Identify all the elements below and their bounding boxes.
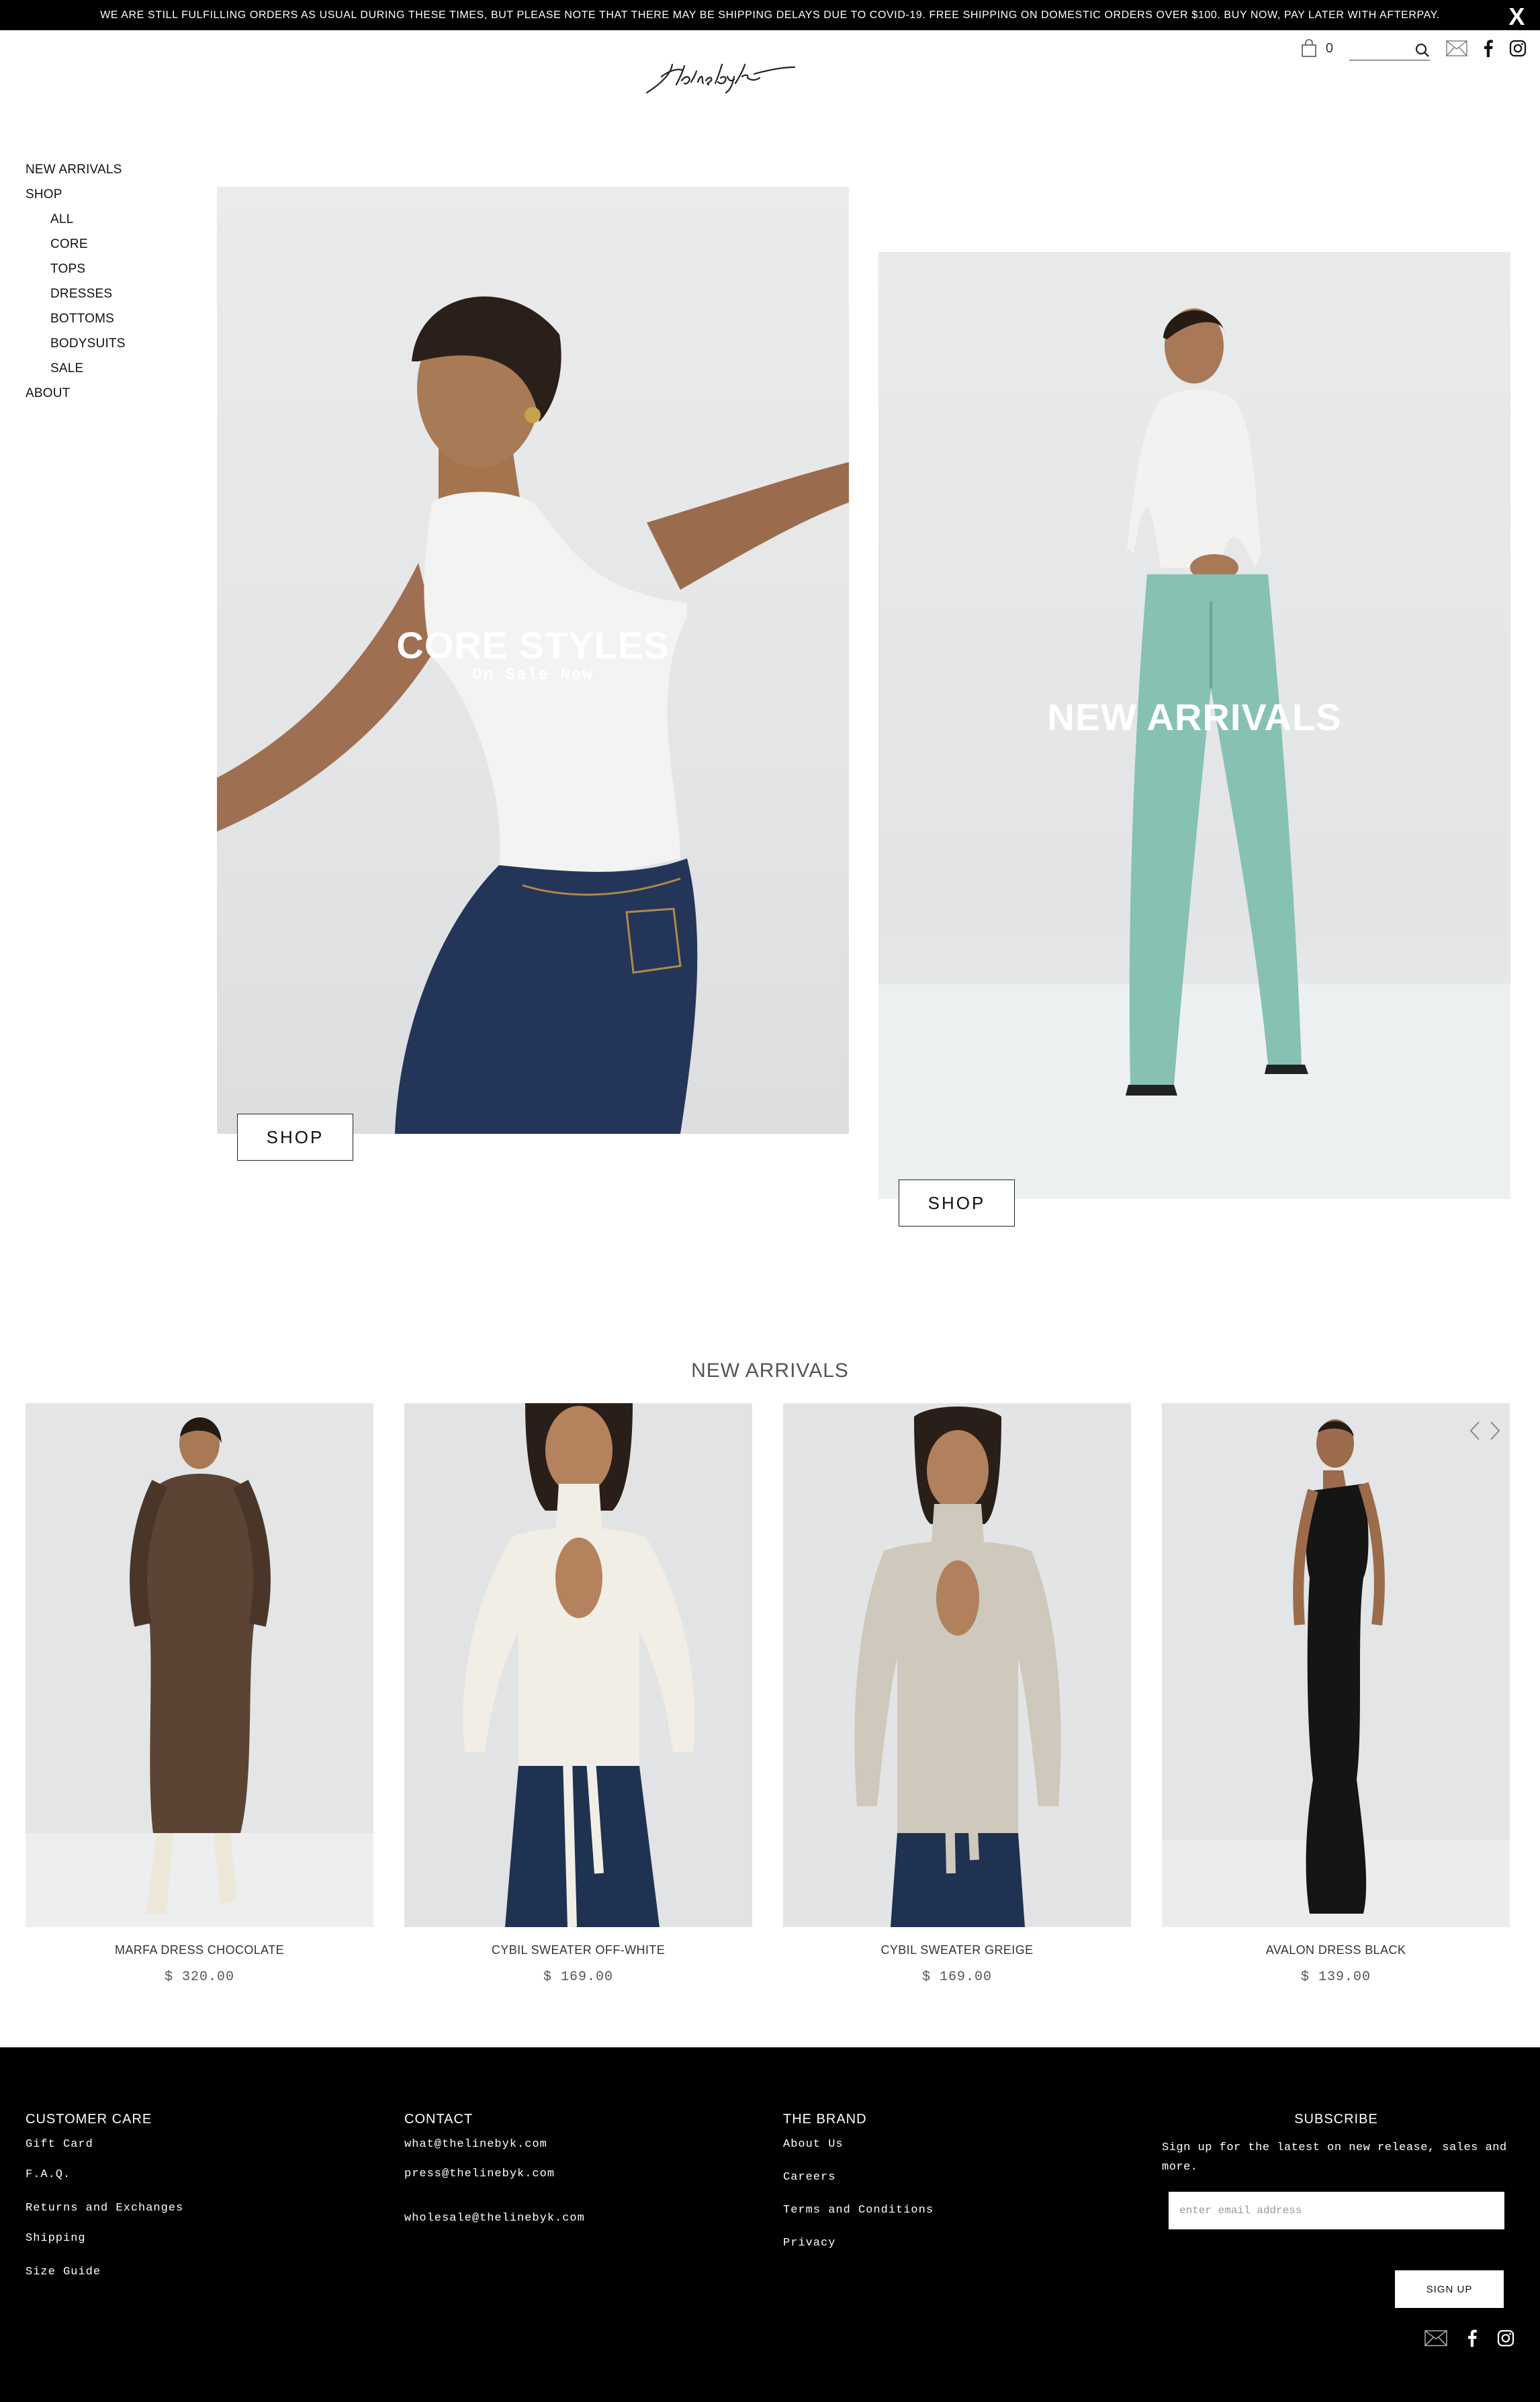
cybil-sweater-offwhite-photo: [404, 1403, 752, 1927]
envelope-icon: [1424, 2330, 1447, 2346]
brand-logo[interactable]: [641, 54, 796, 101]
nav-shop-all[interactable]: ALL: [26, 211, 126, 236]
product-name[interactable]: AVALON DRESS BLACK: [1162, 1943, 1510, 1957]
nav-shop-tops[interactable]: TOPS: [26, 261, 126, 285]
email-link[interactable]: [1446, 40, 1467, 56]
side-navigation: NEW ARRIVALS SHOP ALL CORE TOPS DRESSES …: [26, 161, 126, 410]
core-styles-shop-button[interactable]: SHOP: [237, 1114, 353, 1161]
core-styles-banner[interactable]: CORE STYLES On Sale Now: [217, 187, 849, 1134]
new-arrivals-banner[interactable]: NEW ARRIVALS: [878, 252, 1510, 1199]
new-arrivals-heading: NEW ARRIVALS: [691, 1360, 849, 1382]
contact-column: CONTACT what@thelinebyk.com press@thelin…: [404, 2112, 585, 2225]
thelinebyk-logo-icon: [645, 63, 796, 94]
avalon-dress-photo: [1162, 1403, 1510, 1927]
footer-link-size-guide[interactable]: Size Guide: [26, 2266, 183, 2278]
product-card[interactable]: MARFA DRESS CHOCOLATE $ 320.00: [26, 1403, 373, 1985]
nav-shop-bottoms[interactable]: BOTTOMS: [26, 310, 126, 335]
footer-link-faq[interactable]: F.A.Q.: [26, 2168, 183, 2181]
search-icon[interactable]: [1415, 43, 1430, 58]
cybil-sweater-greige-photo: [783, 1403, 1131, 1927]
cart-button[interactable]: 0: [1300, 39, 1333, 58]
new-arrivals-banner-title: NEW ARRIVALS: [1047, 696, 1342, 738]
instagram-icon: [1509, 40, 1527, 57]
facebook-link[interactable]: [1484, 40, 1493, 57]
product-image[interactable]: [404, 1403, 752, 1927]
footer-facebook-link[interactable]: [1467, 2329, 1477, 2350]
footer-link-terms[interactable]: Terms and Conditions: [783, 2204, 934, 2217]
footer-link-press-email[interactable]: press@thelinebyk.com: [404, 2168, 585, 2180]
facebook-icon: [1468, 2329, 1477, 2347]
contact-heading: CONTACT: [404, 2112, 473, 2127]
product-name[interactable]: CYBIL SWEATER GREIGE: [783, 1943, 1131, 1957]
facebook-icon: [1484, 40, 1493, 57]
search-field[interactable]: [1349, 36, 1430, 60]
product-image[interactable]: [783, 1403, 1131, 1927]
brand-heading: THE BRAND: [783, 2112, 867, 2127]
product-card[interactable]: CYBIL SWEATER OFF-WHITE $ 169.00: [404, 1403, 752, 1985]
close-announcement-button[interactable]: X: [1508, 1, 1525, 32]
envelope-icon: [1446, 40, 1467, 56]
nav-shop-sale[interactable]: SALE: [26, 360, 126, 385]
footer-link-gift-card[interactable]: Gift Card: [26, 2138, 183, 2151]
footer-link-shipping[interactable]: Shipping: [26, 2232, 183, 2245]
shopping-bag-icon: [1302, 39, 1316, 57]
chevron-left-icon[interactable]: [1469, 1421, 1480, 1441]
footer-email-link[interactable]: [1424, 2330, 1447, 2350]
instagram-link[interactable]: [1509, 40, 1527, 57]
product-price: $ 320.00: [164, 1969, 234, 1985]
customer-care-column: CUSTOMER CARE Gift Card F.A.Q. Returns a…: [26, 2112, 183, 2278]
nav-new-arrivals[interactable]: NEW ARRIVALS: [26, 161, 126, 186]
cart-count: 0: [1325, 40, 1333, 56]
nav-shop-dresses[interactable]: DRESSES: [26, 285, 126, 310]
subscribe-column: SUBSCRIBE Sign up for the latest on new …: [1162, 2112, 1510, 2308]
footer-social-links: [1424, 2329, 1514, 2350]
footer-link-wholesale-email[interactable]: wholesale@thelinebyk.com: [404, 2212, 585, 2225]
site-footer: CUSTOMER CARE Gift Card F.A.Q. Returns a…: [0, 2047, 1540, 2402]
announcement-text: WE ARE STILL FULFILLING ORDERS AS USUAL …: [100, 9, 1440, 21]
product-card[interactable]: CYBIL SWEATER GREIGE $ 169.00: [783, 1403, 1131, 1985]
announcement-bar: WE ARE STILL FULFILLING ORDERS AS USUAL …: [0, 0, 1540, 30]
customer-care-heading: CUSTOMER CARE: [26, 2112, 152, 2127]
new-arrivals-shop-button[interactable]: SHOP: [899, 1180, 1015, 1227]
subscribe-description: Sign up for the latest on new release, s…: [1162, 2141, 1507, 2174]
nav-about[interactable]: ABOUT: [26, 385, 126, 410]
nav-shop[interactable]: SHOP: [26, 186, 126, 211]
search-input[interactable]: [1349, 36, 1410, 59]
product-name[interactable]: MARFA DRESS CHOCOLATE: [26, 1943, 373, 1957]
header-tools: 0: [1300, 34, 1527, 63]
instagram-icon: [1497, 2329, 1514, 2347]
nav-shop-core[interactable]: CORE: [26, 236, 126, 261]
product-price: $ 169.00: [921, 1969, 992, 1985]
product-image[interactable]: [26, 1403, 373, 1927]
marfa-dress-photo: [26, 1403, 373, 1927]
product-price: $ 139.00: [1300, 1969, 1371, 1985]
product-name[interactable]: CYBIL SWEATER OFF-WHITE: [404, 1943, 752, 1957]
subscribe-email-input[interactable]: [1169, 2192, 1504, 2229]
footer-link-privacy[interactable]: Privacy: [783, 2237, 934, 2250]
product-image[interactable]: [1162, 1403, 1510, 1927]
core-styles-title: CORE STYLES: [396, 624, 670, 666]
footer-link-careers[interactable]: Careers: [783, 2171, 934, 2184]
nav-shop-bodysuits[interactable]: BODYSUITS: [26, 335, 126, 360]
footer-link-what-email[interactable]: what@thelinebyk.com: [404, 2138, 585, 2151]
core-styles-subtitle: On Sale Now: [472, 666, 594, 684]
product-price: $ 169.00: [543, 1969, 613, 1985]
footer-instagram-link[interactable]: [1497, 2329, 1514, 2350]
sign-up-button[interactable]: SIGN UP: [1395, 2270, 1504, 2308]
brand-column: THE BRAND About Us Careers Terms and Con…: [783, 2112, 934, 2250]
product-card[interactable]: AVALON DRESS BLACK $ 139.00: [1162, 1403, 1510, 1985]
subscribe-heading: SUBSCRIBE: [1294, 2112, 1378, 2127]
footer-link-about-us[interactable]: About Us: [783, 2138, 934, 2151]
carousel-arrows: [1469, 1421, 1500, 1441]
chevron-right-icon[interactable]: [1490, 1421, 1500, 1441]
footer-link-returns[interactable]: Returns and Exchanges: [26, 2202, 183, 2215]
product-carousel: MARFA DRESS CHOCOLATE $ 320.00 CYBIL SWE…: [26, 1403, 1510, 2008]
